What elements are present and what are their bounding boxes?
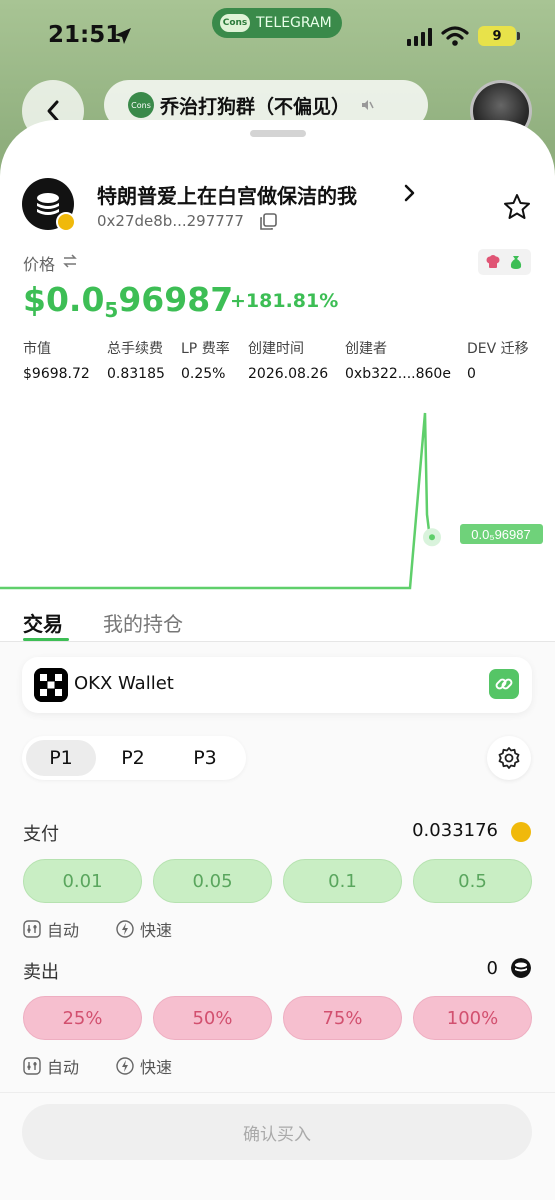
group-logo: Cons: [128, 92, 154, 118]
token-price: $0.0596987: [23, 280, 234, 322]
chart-series-line: [0, 412, 433, 590]
stat-lp-fee: LP 费率 0.25%: [181, 341, 230, 382]
token-name[interactable]: 特朗普爱上在白宫做保洁的我: [97, 180, 357, 209]
tab-trade[interactable]: 交易: [23, 608, 63, 637]
fast-mode-icon: [116, 1057, 134, 1075]
sell-mode-auto[interactable]: 自动: [23, 1054, 79, 1078]
money-bag-icon: [510, 256, 521, 269]
cellular-signal-icon: [407, 28, 432, 46]
gear-icon: [498, 747, 520, 769]
auto-mode-icon: [23, 920, 41, 938]
preset-p3[interactable]: P3: [170, 740, 240, 776]
telegram-label: TELEGRAM: [256, 15, 332, 31]
sell-mode-fast[interactable]: 快速: [116, 1054, 172, 1078]
bottom-divider: [0, 1092, 555, 1093]
stat-total-fees: 总手续费 0.83185: [107, 341, 165, 382]
sell-amount-0[interactable]: 25%: [23, 996, 142, 1040]
status-time: 21:51: [48, 22, 122, 48]
sell-balance: 0: [486, 958, 498, 979]
stat-created-time: 创建时间 2026.08.26: [248, 341, 329, 382]
stat-market-cap: 市值 $9698.72: [23, 341, 90, 382]
status-bar: 21:51 Cons TELEGRAM 9: [0, 0, 555, 70]
favorite-star-icon[interactable]: [502, 192, 532, 222]
mute-icon: [362, 100, 374, 110]
token-address: 0x27de8b...297777: [97, 212, 244, 230]
okx-logo-icon: [34, 668, 68, 702]
price-label: 价格: [23, 255, 56, 274]
battery-indicator: 9: [478, 26, 516, 46]
token-sheet: 特朗普爱上在白宫做保洁的我 0x27de8b...297777 价格 $0.05…: [0, 120, 555, 1200]
preset-p2[interactable]: P2: [98, 740, 168, 776]
telegram-logo: Cons: [220, 14, 250, 32]
buy-mode-auto[interactable]: 自动: [23, 917, 79, 941]
wifi-icon: [441, 26, 469, 46]
buy-mode-fast[interactable]: 快速: [116, 917, 172, 941]
price-chart[interactable]: 0.0₅96987: [0, 405, 555, 595]
preset-p1[interactable]: P1: [26, 740, 96, 776]
confirm-buy-button[interactable]: 确认买入: [22, 1104, 532, 1160]
buy-amount-0[interactable]: 0.01: [23, 859, 142, 903]
fast-mode-icon: [116, 920, 134, 938]
token-tags: [478, 249, 531, 275]
sell-amount-1[interactable]: 50%: [153, 996, 272, 1040]
sell-amount-3[interactable]: 100%: [413, 996, 532, 1040]
link-icon: [495, 678, 513, 690]
battery-cap: [517, 32, 520, 40]
pay-label: 支付: [23, 824, 59, 845]
auto-mode-icon: [23, 1057, 41, 1075]
chart-last-point: [429, 534, 435, 541]
token-coin-icon: [511, 958, 531, 978]
sell-label: 卖出: [23, 962, 59, 983]
pay-balance: 0.033176: [412, 820, 498, 841]
telegram-pill[interactable]: Cons TELEGRAM: [212, 8, 342, 38]
stat-dev-migrate: DEV 迁移 0: [467, 341, 529, 382]
sheet-grabber[interactable]: [250, 130, 306, 137]
buy-amount-2[interactable]: 0.1: [283, 859, 402, 903]
copy-icon[interactable]: [259, 213, 277, 231]
swap-icon[interactable]: [62, 253, 78, 269]
wallet-name: OKX Wallet: [74, 673, 174, 694]
bnb-coin-icon: [511, 822, 531, 842]
chef-hat-icon: [486, 255, 500, 268]
chart-price-label: 0.0₅96987: [471, 527, 530, 542]
wallet-link-button[interactable]: [489, 669, 519, 699]
location-arrow-icon: [115, 28, 131, 44]
tab-holdings[interactable]: 我的持仓: [103, 608, 183, 637]
chat-title: 乔治打狗群（不偏见）: [160, 95, 351, 118]
stat-creator: 创建者 0xb322....860e: [345, 341, 451, 382]
settings-button[interactable]: [487, 736, 531, 780]
preset-selector: P1 P2 P3: [22, 736, 246, 780]
chevron-right-icon[interactable]: [402, 183, 418, 203]
wallet-selector[interactable]: OKX Wallet: [22, 657, 532, 713]
buy-amount-1[interactable]: 0.05: [153, 859, 272, 903]
price-change: +181.81%: [230, 290, 339, 312]
buy-amount-3[interactable]: 0.5: [413, 859, 532, 903]
chain-badge-icon: [56, 212, 76, 232]
sell-amount-2[interactable]: 75%: [283, 996, 402, 1040]
